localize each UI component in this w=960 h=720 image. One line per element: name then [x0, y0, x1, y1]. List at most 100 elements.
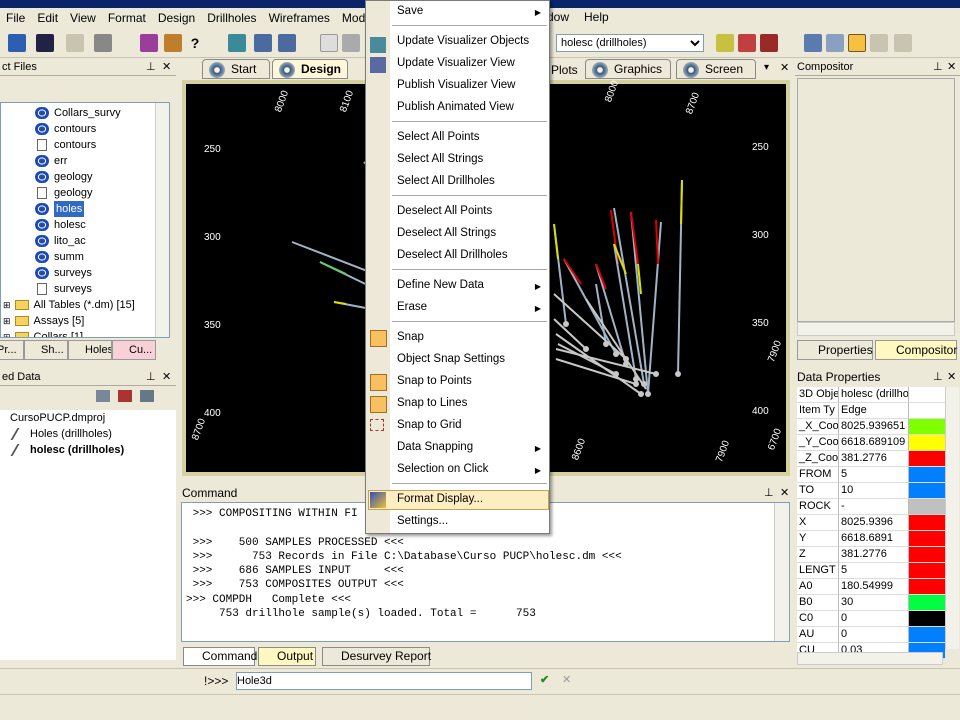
snap-move-icon[interactable]	[804, 34, 822, 52]
cancel-icon[interactable]: ✕	[562, 673, 571, 686]
project-file-item[interactable]: holes	[35, 201, 169, 217]
tab-command[interactable]: Command	[183, 647, 257, 666]
tool-icon[interactable]	[118, 390, 132, 402]
project-folder[interactable]: ⊞ All Tables (*.dm) [15]	[3, 297, 169, 313]
pin-icon[interactable]: ⊥	[146, 60, 156, 73]
tab-desurvey-report[interactable]: Desurvey Report	[322, 647, 431, 666]
property-color[interactable]	[909, 627, 945, 643]
project-file-item[interactable]: contours	[35, 137, 169, 153]
menu-drillholes[interactable]: Drillholes	[201, 8, 262, 28]
property-color[interactable]	[909, 499, 945, 515]
menu-item[interactable]: Update Visualizer Objects	[397, 35, 547, 47]
grid-icon[interactable]	[228, 34, 246, 52]
tab-start[interactable]: Start	[202, 59, 270, 79]
property-color[interactable]	[909, 563, 945, 579]
menu-item[interactable]: Erase ▶	[397, 301, 547, 313]
expand-icon[interactable]: ⊞	[3, 313, 11, 329]
property-color[interactable]	[909, 515, 945, 531]
tab-graphics[interactable]: Graphics	[585, 59, 671, 79]
menu-item[interactable]: Object Snap Settings	[397, 353, 547, 365]
menu-item[interactable]: Select All Drillholes	[397, 175, 547, 187]
project-file-item[interactable]: contours	[35, 121, 169, 137]
menu-file[interactable]: File	[0, 8, 31, 28]
menu-item[interactable]: Select All Points	[397, 131, 547, 143]
menu-item[interactable]: Deselect All Drillholes	[397, 249, 547, 261]
tab-compositor[interactable]: Compositor	[875, 340, 957, 360]
close-icon[interactable]: ✕	[162, 370, 171, 383]
menu-item[interactable]: Selection on Click ▶	[397, 463, 547, 475]
expand-icon[interactable]: ⊞	[3, 329, 11, 337]
close-icon[interactable]: ✕	[780, 486, 789, 499]
menu-item[interactable]: Format Display...	[397, 493, 547, 505]
save-icon[interactable]	[36, 34, 54, 52]
panel-tab[interactable]: Holes	[68, 340, 112, 360]
property-row[interactable]: AU 0	[797, 627, 945, 643]
project-file-item[interactable]: summ	[35, 249, 169, 265]
property-row[interactable]: ROCK -	[797, 499, 945, 515]
property-row[interactable]: LENGT 5	[797, 563, 945, 579]
close-icon[interactable]: ✕	[780, 61, 789, 74]
cut-icon[interactable]	[66, 34, 84, 52]
property-row[interactable]: Y 6618.6891	[797, 531, 945, 547]
menu-view[interactable]: View	[64, 8, 102, 28]
project-file-item[interactable]: holesc	[35, 217, 169, 233]
panel-tab[interactable]: Cu...	[112, 340, 156, 360]
snap-add-icon[interactable]	[870, 34, 888, 52]
property-color[interactable]	[909, 403, 945, 419]
tab-output[interactable]: Output	[258, 647, 316, 666]
property-row[interactable]: B0 30	[797, 595, 945, 611]
property-row[interactable]: A0 180.54999	[797, 579, 945, 595]
snap-active-icon[interactable]	[848, 34, 866, 52]
tab-menu-icon[interactable]: ▾	[764, 62, 769, 73]
project-file-item[interactable]: err	[35, 153, 169, 169]
loaded-item[interactable]: Holes (drillholes)	[0, 426, 176, 442]
project-folder[interactable]: ⊞ Collars [1]	[3, 329, 169, 337]
menu-item[interactable]: Select All Strings	[397, 153, 547, 165]
property-color[interactable]	[909, 467, 945, 483]
property-color[interactable]	[909, 435, 945, 451]
data-properties-scrollbar[interactable]	[945, 387, 959, 649]
project-file-item[interactable]: geology	[35, 169, 169, 185]
property-row[interactable]: _Y_Coo 6618.689109	[797, 435, 945, 451]
project-file-item[interactable]: surveys	[35, 281, 169, 297]
property-color[interactable]	[909, 451, 945, 467]
points3-icon[interactable]	[760, 34, 778, 52]
property-row[interactable]: Z 381.2776	[797, 547, 945, 563]
tab-screen[interactable]: Screen	[676, 59, 756, 79]
home-icon[interactable]	[164, 34, 182, 52]
layers-icon[interactable]	[254, 34, 272, 52]
tool-icon[interactable]	[96, 390, 110, 402]
command-scrollbar[interactable]	[774, 503, 789, 641]
property-color[interactable]	[909, 595, 945, 611]
layers2-icon[interactable]	[278, 34, 296, 52]
check-icon[interactable]: ✔	[540, 673, 549, 686]
menu-item[interactable]: Update Visualizer View	[397, 57, 547, 69]
close-icon[interactable]: ✕	[947, 370, 956, 383]
menu-item[interactable]: Define New Data ▶	[397, 279, 547, 291]
property-color[interactable]	[909, 483, 945, 499]
points2-icon[interactable]	[738, 34, 756, 52]
menu-item[interactable]: Save ▶	[397, 5, 547, 17]
menu-wireframes[interactable]: Wireframes	[263, 8, 336, 28]
pin-icon[interactable]: ⊥	[933, 370, 943, 383]
menu-item[interactable]: Snap to Grid	[397, 419, 547, 431]
property-color[interactable]	[909, 579, 945, 595]
property-color[interactable]	[909, 531, 945, 547]
pin-icon[interactable]: ⊥	[146, 370, 156, 383]
book-icon[interactable]	[140, 34, 158, 52]
property-color[interactable]	[909, 387, 945, 403]
table-icon[interactable]	[320, 34, 338, 52]
property-row[interactable]: FROM 5	[797, 467, 945, 483]
new-icon[interactable]	[8, 34, 26, 52]
panel-tab[interactable]: Pr...	[0, 340, 24, 360]
property-row[interactable]: X 8025.9396	[797, 515, 945, 531]
property-row[interactable]: TO 10	[797, 483, 945, 499]
property-row[interactable]: C0 0	[797, 611, 945, 627]
menu-item[interactable]: Deselect All Points	[397, 205, 547, 217]
tab-plots[interactable]: Plots	[551, 63, 578, 77]
menu-item[interactable]: Snap to Lines	[397, 397, 547, 409]
close-icon[interactable]: ✕	[947, 60, 956, 73]
menu-item[interactable]: Publish Visualizer View	[397, 79, 547, 91]
menu-window[interactable]: Window	[550, 10, 569, 24]
data-properties-hscroll[interactable]	[797, 652, 943, 665]
